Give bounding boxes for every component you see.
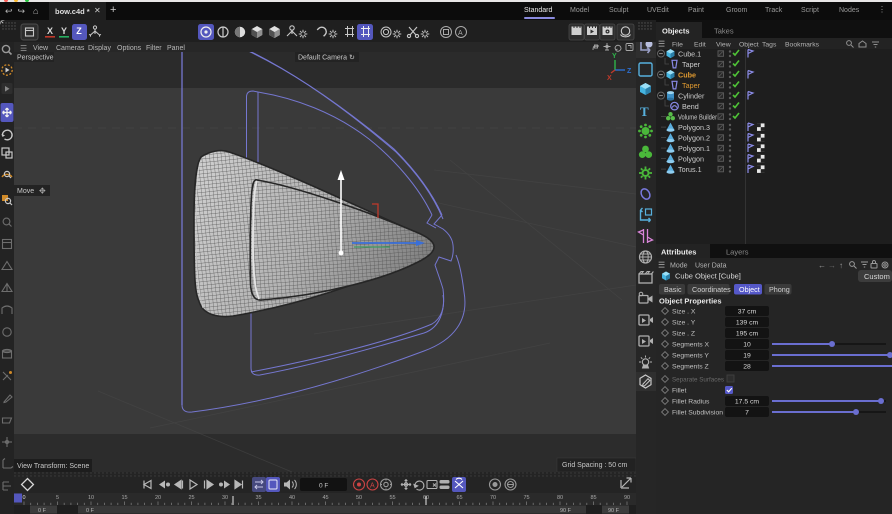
- svg-text:28: 28: [743, 364, 751, 371]
- svg-text:Taper: Taper: [682, 60, 701, 69]
- svg-text:Torus.1: Torus.1: [678, 165, 702, 174]
- svg-text:17.5 cm: 17.5 cm: [735, 399, 760, 406]
- svg-text:Object: Object: [739, 42, 759, 49]
- svg-text:Cylinder: Cylinder: [678, 91, 705, 100]
- svg-text:Tags: Tags: [762, 42, 777, 49]
- svg-text:Takes: Takes: [714, 27, 734, 36]
- svg-text:Attributes: Attributes: [661, 248, 696, 257]
- svg-text:Volume Builder: Volume Builder: [678, 112, 717, 121]
- svg-text:X: X: [47, 26, 53, 36]
- svg-text:Polygon.1: Polygon.1: [678, 144, 710, 153]
- svg-text:Polygon.2: Polygon.2: [678, 133, 710, 142]
- svg-text:Layers: Layers: [726, 248, 749, 257]
- svg-text:Polygon: Polygon: [678, 154, 704, 163]
- svg-text:☰: ☰: [658, 261, 665, 270]
- svg-text:90: 90: [624, 495, 630, 501]
- svg-text:Y: Y: [612, 53, 617, 60]
- svg-text:Segments X: Segments X: [672, 342, 709, 349]
- svg-text:10: 10: [88, 495, 94, 501]
- svg-text:Custom: Custom: [864, 272, 890, 281]
- svg-text:Cube.1: Cube.1: [678, 49, 701, 58]
- svg-text:Fillet Subdivision: Fillet Subdivision: [672, 410, 723, 417]
- svg-text:85: 85: [590, 495, 596, 501]
- svg-text:25: 25: [188, 495, 194, 501]
- svg-text:90 F: 90 F: [560, 508, 572, 514]
- svg-text:Segments Z: Segments Z: [672, 364, 709, 371]
- svg-text:Taper: Taper: [682, 81, 701, 90]
- svg-text:Cube Object [Cube]: Cube Object [Cube]: [675, 272, 741, 281]
- svg-text:0 F: 0 F: [319, 483, 328, 490]
- svg-text:0 F: 0 F: [38, 508, 47, 514]
- svg-text:Coordinates: Coordinates: [692, 285, 731, 294]
- svg-text:7: 7: [745, 410, 749, 417]
- svg-text:Y: Y: [61, 26, 67, 36]
- svg-text:Move: Move: [17, 188, 34, 195]
- svg-text:70: 70: [490, 495, 496, 501]
- svg-text:30: 30: [222, 495, 228, 501]
- svg-text:Separate Surfaces: Separate Surfaces: [672, 377, 725, 384]
- svg-text:35: 35: [255, 495, 261, 501]
- svg-text:10: 10: [743, 342, 751, 349]
- svg-text:19: 19: [743, 353, 751, 360]
- svg-text:↑: ↑: [839, 261, 843, 270]
- svg-text:A: A: [370, 483, 375, 490]
- svg-text:File: File: [672, 42, 683, 49]
- svg-text:75: 75: [523, 495, 529, 501]
- svg-text:Basic: Basic: [664, 285, 682, 294]
- svg-text:65: 65: [456, 495, 462, 501]
- svg-text:55: 55: [389, 495, 395, 501]
- svg-text:195 cm: 195 cm: [736, 331, 759, 338]
- svg-text:15: 15: [121, 495, 127, 501]
- svg-text:Edit: Edit: [694, 42, 706, 49]
- svg-text:Fillet Radius: Fillet Radius: [672, 399, 710, 406]
- svg-text:Phong: Phong: [769, 285, 790, 294]
- svg-text:Default Camera ↻: Default Camera ↻: [298, 55, 355, 62]
- svg-text:✥: ✥: [39, 187, 46, 196]
- svg-text:Perspective: Perspective: [17, 55, 54, 62]
- svg-text:Bend: Bend: [682, 102, 699, 111]
- svg-text:80: 80: [557, 495, 563, 501]
- svg-text:Mode: Mode: [670, 263, 688, 270]
- svg-text:Size . Z: Size . Z: [672, 331, 695, 338]
- svg-text:40: 40: [289, 495, 295, 501]
- svg-text:Bookmarks: Bookmarks: [785, 42, 820, 49]
- svg-text:←: ←: [818, 261, 826, 270]
- svg-text:139 cm: 139 cm: [736, 320, 759, 327]
- svg-text:0 F: 0 F: [86, 508, 95, 514]
- svg-text:90 F: 90 F: [608, 508, 620, 514]
- svg-text:Z: Z: [76, 26, 82, 36]
- svg-text:User Data: User Data: [695, 263, 727, 270]
- svg-text:0: 0: [23, 495, 26, 501]
- svg-text:Segments Y: Segments Y: [672, 353, 709, 360]
- svg-text:20: 20: [155, 495, 161, 501]
- svg-text:Cube: Cube: [678, 70, 696, 79]
- svg-text:Z: Z: [627, 68, 632, 75]
- svg-text:→: →: [828, 261, 836, 270]
- svg-text:Size . Y: Size . Y: [672, 320, 696, 327]
- svg-text:45: 45: [322, 495, 328, 501]
- svg-text:Grid Spacing : 50 cm: Grid Spacing : 50 cm: [562, 462, 628, 469]
- svg-text:Object Properties: Object Properties: [659, 297, 722, 306]
- svg-text:Size . X: Size . X: [672, 309, 696, 316]
- svg-text:View Transform: Scene: View Transform: Scene: [17, 463, 89, 470]
- svg-text:50: 50: [356, 495, 362, 501]
- svg-text:T: T: [640, 104, 649, 119]
- svg-text:☰: ☰: [658, 40, 665, 49]
- svg-text:37 cm: 37 cm: [738, 309, 757, 316]
- svg-text:X: X: [607, 75, 612, 82]
- svg-text:Object: Object: [739, 285, 760, 294]
- svg-text:View: View: [716, 42, 731, 49]
- svg-text:Fillet: Fillet: [672, 388, 686, 395]
- svg-text:Polygon.3: Polygon.3: [678, 123, 710, 132]
- svg-text:A: A: [458, 30, 463, 37]
- svg-text:5: 5: [56, 495, 59, 501]
- svg-text:Objects: Objects: [662, 27, 690, 36]
